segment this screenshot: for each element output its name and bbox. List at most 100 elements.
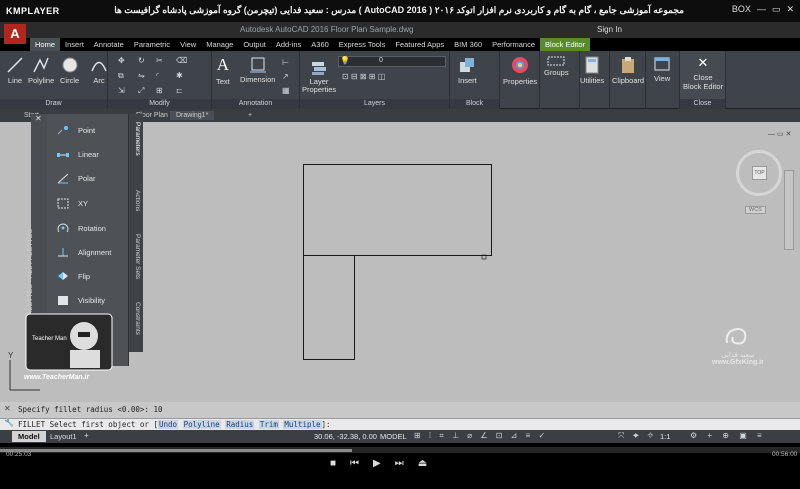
clipboard-button[interactable]: Clipboard [612,56,644,85]
annotation-toggles[interactable]: ⤧ ✦ ✧ [618,431,657,441]
layer-dropdown[interactable]: 0 [338,56,446,67]
tab-view[interactable]: View [175,38,201,51]
stop-icon[interactable]: ■ [330,458,336,469]
copy-icon[interactable]: ⧉ [118,71,124,81]
viewport-controls[interactable]: — ▭ ✕ [768,130,791,138]
modify-panel-label[interactable]: Modify [108,99,211,109]
minimize-icon[interactable]: — [757,4,766,15]
palette-tab-actions[interactable]: Actions [134,190,141,211]
rotate-icon[interactable]: ↻ [138,56,145,65]
layers-panel-label[interactable]: Layers [300,99,449,109]
drafting-toggles[interactable]: ⊞ ⁞ ⌗ ⊥ ⌀ ∠ ⊡ ⊿ ≡ ✓ [414,431,548,441]
erase-icon[interactable]: ⌫ [176,56,187,65]
option-polyline[interactable]: Polyline [182,420,221,429]
maximize-icon[interactable]: ▭ [772,4,781,15]
command-customize-icon[interactable]: 🔧 [4,418,14,427]
polyline-button[interactable]: Polyline [28,56,54,85]
dimension-button[interactable]: Dimension [240,55,275,84]
navigation-bar[interactable] [784,170,794,250]
doc-tab-drawing1[interactable]: Drawing1* [170,111,215,120]
palette-item-polar[interactable]: Polar [56,172,96,184]
command-history: Specify fillet radius <0.00>: 10 [0,402,800,418]
array-icon[interactable]: ⊞ [156,86,163,95]
command-line-input[interactable]: FILLET Select first object or [Undo Poly… [0,418,800,430]
palette-item-alignment[interactable]: Alignment [56,246,111,258]
palette-item-linear[interactable]: Linear [56,148,99,160]
arc-label: Arc [93,76,105,85]
tab-featured-apps[interactable]: Featured Apps [390,38,449,51]
option-trim[interactable]: Trim [258,420,279,429]
workspace-toggles[interactable]: ⚙ + ⊕ ▣ ≡ [690,431,766,440]
close-icon[interactable]: ✕ [786,4,794,15]
linear-dim-icon[interactable]: ⊢ [282,58,289,67]
autocad-logo-button[interactable]: A [4,24,26,44]
annotation-panel-label[interactable]: Annotation [212,99,299,109]
next-icon[interactable]: ⏭ [395,458,404,469]
utilities-button[interactable]: Utilities [580,56,604,85]
option-multiple[interactable]: Multiple [283,420,322,429]
box-button[interactable]: BOX [732,4,751,15]
leader-icon[interactable]: ↗ [282,72,289,81]
palette-item-point[interactable]: Point [56,124,95,136]
tab-express-tools[interactable]: Express Tools [334,38,391,51]
previous-icon[interactable]: ⏮ [350,458,359,469]
command-close-icon[interactable]: ✕ [4,404,11,413]
groups-button[interactable]: Groups [544,56,569,77]
palette-item-xy[interactable]: XY [56,197,88,209]
add-layout-button[interactable]: + [84,431,89,440]
explode-icon[interactable]: ✱ [176,71,183,80]
close-block-editor-button[interactable]: ✕ Close Block Editor [682,55,724,91]
scale-icon[interactable]: ⤢ [138,86,144,96]
view-button[interactable]: View [654,56,670,83]
layer-tools-icon[interactable]: ⊡ ⊟ ⊠ ⊞ ◫ [342,72,385,81]
tab-home[interactable]: Home [30,38,61,51]
palette-item-rotation[interactable]: Rotation [56,222,106,234]
table-icon[interactable]: ▦ [282,86,290,95]
layout-tab-model[interactable]: Model [12,431,46,442]
tab-add-ins[interactable]: Add-ins [271,38,306,51]
annotation-scale[interactable]: 1:1 [660,432,670,441]
palette-close-icon[interactable]: ✕ [31,114,47,123]
draw-panel-label[interactable]: Draw [0,99,107,109]
mirror-icon[interactable]: ⇋ [138,71,145,80]
sign-in-button[interactable]: Sign In [597,25,622,34]
circle-icon [62,57,78,73]
tab-annotate[interactable]: Annotate [89,38,129,51]
layout-tab-layout1[interactable]: Layout1 [44,431,83,442]
eject-icon[interactable]: ⏏ [418,458,427,469]
tab-output[interactable]: Output [238,38,271,51]
tab-block-editor[interactable]: Block Editor [540,38,591,51]
properties-button[interactable]: Properties [503,55,537,86]
palette-item-visibility[interactable]: Visibility [56,294,105,306]
tab-insert[interactable]: Insert [60,38,89,51]
line-button[interactable]: Line [6,56,24,85]
tab-performance[interactable]: Performance [487,38,540,51]
palette-tab-parameters[interactable]: Parameters [134,122,141,156]
option-radius[interactable]: Radius [225,420,255,429]
tab-bim-360[interactable]: BIM 360 [449,38,487,51]
new-tab-button[interactable]: + [242,111,258,120]
model-space-button[interactable]: MODEL [380,432,407,441]
fillet-icon[interactable]: ◜ [156,71,159,80]
palette-item-flip[interactable]: Flip [56,270,90,282]
trim-icon[interactable]: ✂ [156,56,163,65]
play-icon[interactable]: ▶ [373,458,381,469]
circle-button[interactable]: Circle [60,56,79,85]
tab-parametric[interactable]: Parametric [129,38,175,51]
wcs-dropdown[interactable]: WCS [745,206,766,214]
tab-manage[interactable]: Manage [201,38,238,51]
stretch-icon[interactable]: ⇲ [118,86,125,95]
viewcube-top-face[interactable]: TOP [752,166,767,180]
palette-tab-constraints[interactable]: Constraints [134,302,141,335]
palette-tab-parameter-sets[interactable]: Parameter Sets [134,234,141,279]
arc-button[interactable]: Arc [90,56,108,85]
offset-icon[interactable]: ⊏ [176,86,183,95]
tab-a360[interactable]: A360 [306,38,334,51]
block-panel-label[interactable]: Block [450,99,499,109]
text-button[interactable]: A Text [216,55,230,86]
insert-button[interactable]: Insert [458,56,477,85]
flip-param-icon [58,272,68,280]
layer-properties-button[interactable]: Layer Properties [302,60,336,94]
option-undo[interactable]: Undo [157,420,179,429]
move-icon[interactable]: ✥ [118,56,125,65]
